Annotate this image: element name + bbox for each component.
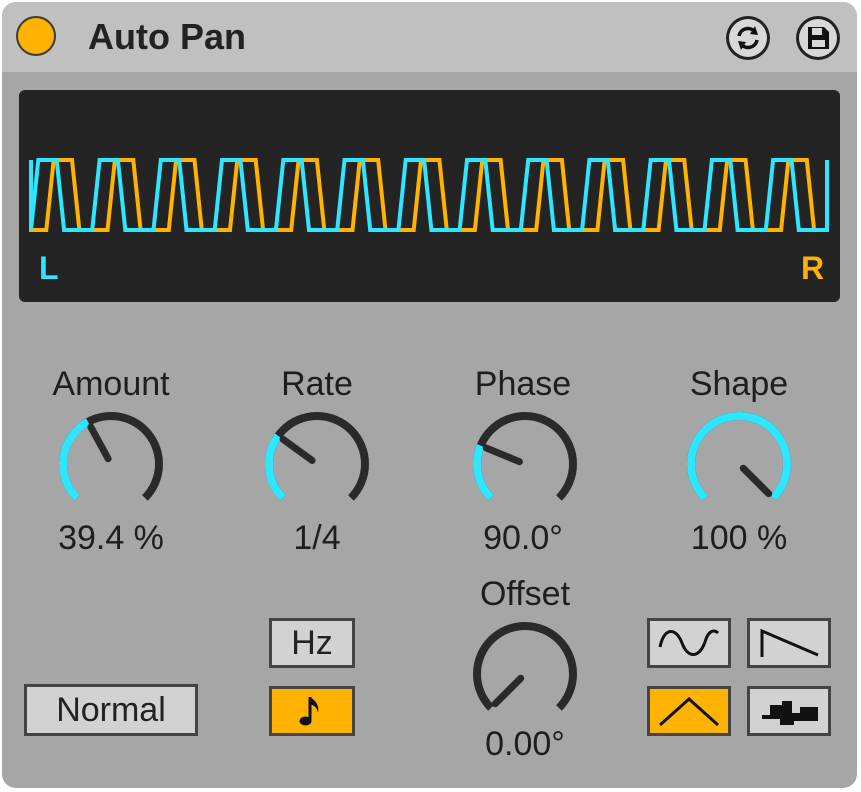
hot-swap-button[interactable] bbox=[726, 16, 770, 60]
phase-knob[interactable] bbox=[465, 404, 585, 524]
sawtooth-down-icon bbox=[760, 628, 819, 657]
right-channel-label: R bbox=[801, 250, 825, 286]
lfo-display: L R bbox=[19, 90, 840, 302]
phase-label: Phase bbox=[474, 365, 572, 403]
device-title-bar: Auto Pan bbox=[2, 2, 857, 72]
lfo-waveform bbox=[29, 158, 829, 232]
shape-knob[interactable] bbox=[679, 404, 799, 524]
offset-knob[interactable] bbox=[465, 614, 585, 734]
rate-knob[interactable] bbox=[257, 404, 377, 524]
sine-wave-button[interactable] bbox=[647, 618, 731, 668]
phase-value: 90.0° bbox=[483, 519, 563, 557]
shape-label: Shape bbox=[689, 365, 789, 403]
sync-mode-button[interactable] bbox=[269, 686, 355, 736]
amount-knob[interactable] bbox=[51, 404, 171, 524]
offset-label: Offset bbox=[479, 575, 571, 613]
mode-label: Normal bbox=[56, 690, 166, 729]
left-channel-label: L bbox=[39, 250, 59, 286]
hz-mode-button[interactable]: Hz bbox=[269, 618, 355, 668]
random-wave-button[interactable] bbox=[747, 686, 831, 736]
rate-value: 1/4 bbox=[293, 519, 341, 557]
hot-swap-icon bbox=[737, 26, 759, 50]
amount-label: Amount bbox=[52, 365, 170, 403]
save-preset-button[interactable] bbox=[796, 16, 840, 60]
sine-wave-icon bbox=[658, 629, 720, 656]
rate-label: Rate bbox=[281, 365, 353, 403]
random-wave-icon bbox=[762, 701, 818, 725]
sawtooth-down-button[interactable] bbox=[747, 618, 831, 668]
triangle-wave-icon bbox=[658, 696, 720, 727]
shape-value: 100 % bbox=[690, 519, 788, 557]
triangle-wave-button[interactable] bbox=[647, 686, 731, 736]
note-icon bbox=[299, 697, 319, 726]
left-channel-waveform bbox=[29, 158, 829, 232]
save-preset-icon bbox=[808, 27, 829, 49]
amount-value: 39.4 % bbox=[58, 519, 164, 557]
auto-pan-device: Auto Pan L R Amount Rate Phase Shape 39.… bbox=[2, 2, 857, 788]
mode-button[interactable]: Normal bbox=[24, 684, 198, 736]
offset-value: 0.00° bbox=[485, 725, 565, 763]
device-title: Auto Pan bbox=[88, 16, 246, 57]
device-power-button[interactable] bbox=[16, 16, 56, 56]
hz-mode-label: Hz bbox=[291, 623, 333, 662]
